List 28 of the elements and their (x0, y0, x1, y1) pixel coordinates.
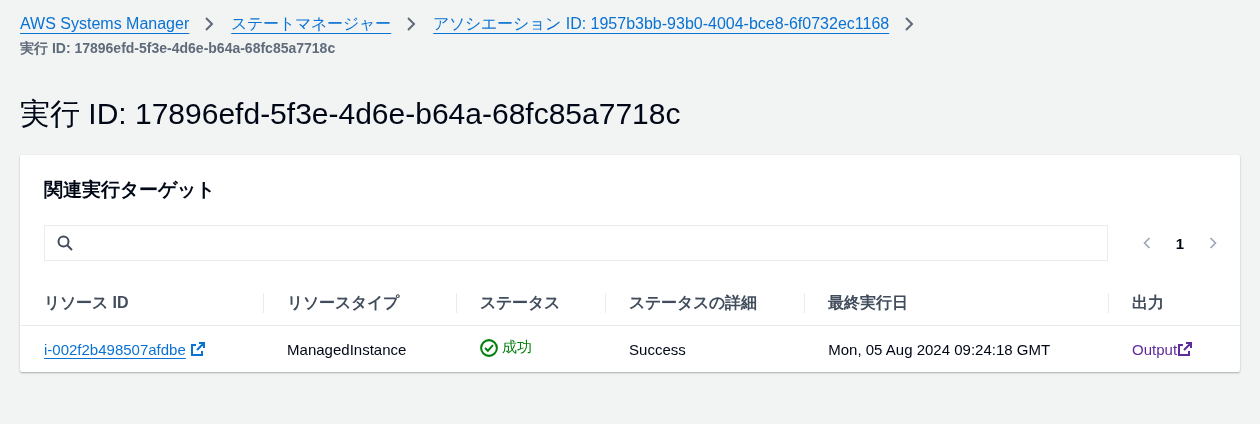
external-link[interactable]: Output (1132, 340, 1194, 358)
column-header: 最終実行日 (828, 293, 909, 311)
column-header: リソース ID (44, 293, 129, 311)
status-indicator: 成功 (480, 338, 532, 358)
external-link-icon (1177, 341, 1194, 357)
column-header: リソースタイプ (287, 293, 400, 311)
table-cell: Mon, 05 Aug 2024 09:24:18 GMT (828, 340, 1051, 358)
breadcrumb-current: 実行 ID: 17896efd-5f3e-4d6e-b64a-68fc85a7718c (20, 40, 337, 58)
page-number[interactable]: 1 (1171, 232, 1188, 254)
search-field[interactable] (44, 225, 1108, 261)
breadcrumb-link[interactable]: アソシエーション ID: 1957b3bb-93b0-4004-bce8-6f0732ec1168 (433, 13, 890, 35)
search-icon (57, 235, 73, 251)
chevron-left-icon (1141, 235, 1152, 251)
chevron-right-icon (903, 16, 916, 32)
panel-title: 関連実行ターゲット (43, 178, 216, 202)
breadcrumb-link[interactable]: AWS Systems Manager (20, 15, 190, 33)
page-title: 実行 ID: 17896efd-5f3e-4d6e-b64a-68fc85a7718c (20, 96, 682, 132)
column-header: ステータスの詳細 (629, 293, 758, 311)
external-link[interactable]: i-002f2b498507afdbe (44, 340, 206, 358)
chevron-right-icon (405, 16, 418, 32)
external-link-icon (189, 341, 206, 357)
table-cell: ManagedInstance (287, 340, 407, 358)
column-header: ステータス (480, 293, 560, 311)
column-header: 出力 (1132, 293, 1165, 311)
chevron-right-icon (1208, 235, 1218, 251)
breadcrumb-link[interactable]: ステートマネージャー (231, 13, 392, 35)
chevron-right-icon (203, 16, 216, 32)
table-cell: Success (629, 340, 686, 358)
